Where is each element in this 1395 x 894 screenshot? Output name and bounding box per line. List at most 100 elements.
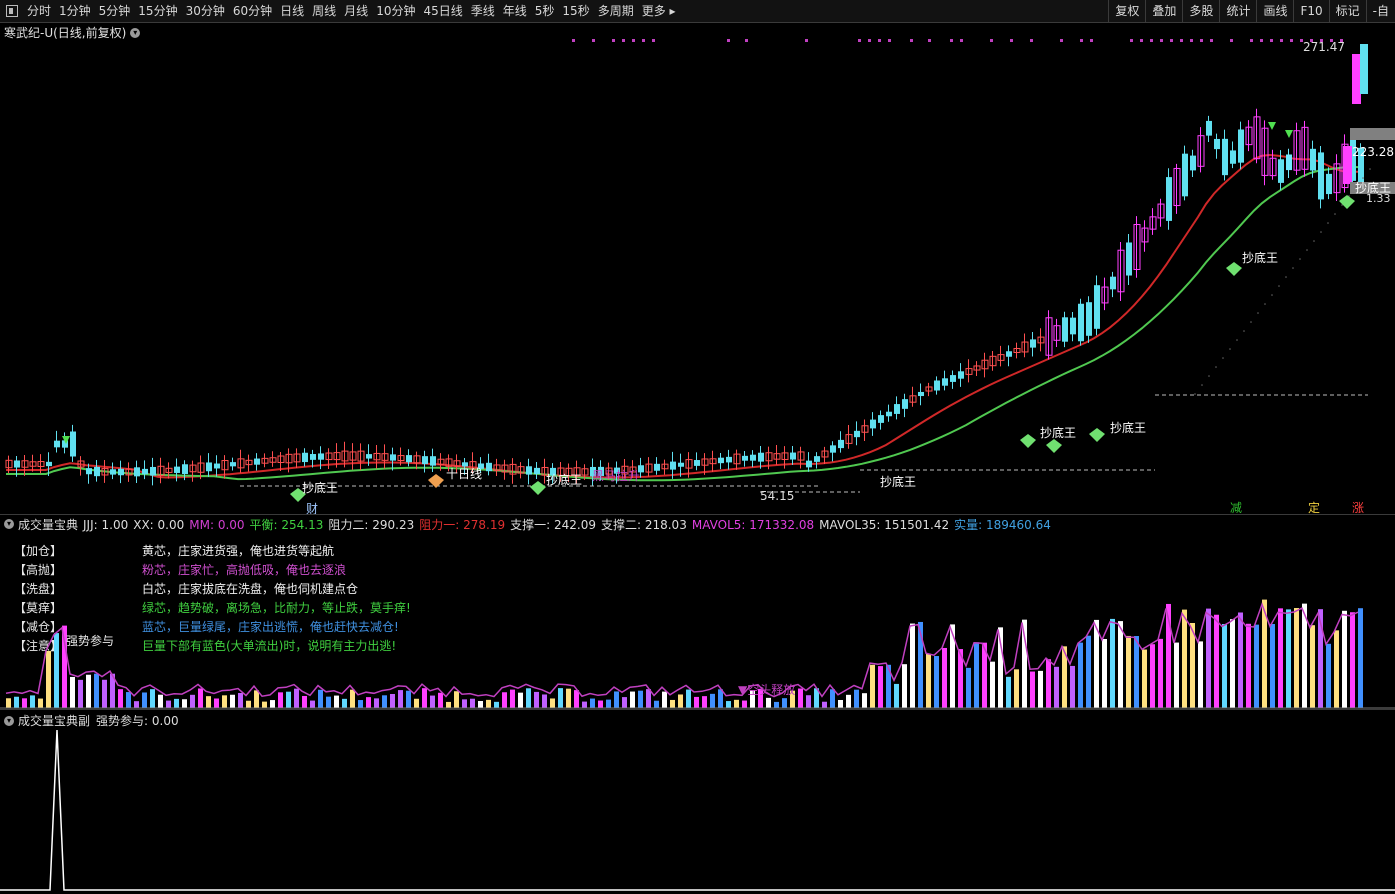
trend-dot — [1306, 249, 1308, 251]
period-tab-7[interactable]: 周线 — [308, 0, 340, 22]
volume-bar — [358, 700, 363, 708]
period-tab-13[interactable]: 5秒 — [531, 0, 559, 22]
volume-bar — [590, 698, 595, 708]
trend-dot — [1313, 240, 1315, 242]
volume-bar — [518, 692, 523, 708]
period-tab-1[interactable]: 1分钟 — [55, 0, 95, 22]
signal-dot — [990, 39, 993, 42]
toolbar-action-5[interactable]: F10 — [1293, 0, 1328, 22]
volume-bar — [1326, 643, 1331, 708]
trend-dot — [1285, 276, 1287, 278]
volume-bar — [510, 689, 515, 708]
toolbar-action-3[interactable]: 统计 — [1219, 0, 1256, 22]
period-tab-5[interactable]: 60分钟 — [229, 0, 276, 22]
candle-body — [110, 469, 116, 475]
volume-chart[interactable]: 强势参与 ▼空头释放 — [0, 530, 1395, 710]
period-tab-12[interactable]: 年线 — [499, 0, 531, 22]
candle-body — [206, 462, 212, 472]
toolbar-action-7[interactable]: -自 — [1365, 0, 1395, 22]
toolbar-action-4[interactable]: 画线 — [1256, 0, 1293, 22]
period-tab-4[interactable]: 30分钟 — [182, 0, 229, 22]
candle-body — [886, 411, 892, 417]
period-tab-8[interactable]: 月线 — [340, 0, 372, 22]
volume-bar — [894, 683, 899, 708]
volume-bar — [662, 691, 667, 708]
period-tab-10[interactable]: 45日线 — [419, 0, 466, 22]
candle-body — [1310, 148, 1316, 171]
period-tab-2[interactable]: 5分钟 — [95, 0, 135, 22]
signal-dot — [1130, 39, 1133, 42]
volume-bar — [134, 701, 139, 708]
volume-bar — [1198, 641, 1203, 708]
period-tab-3[interactable]: 15分钟 — [134, 0, 181, 22]
candle-body — [1086, 302, 1092, 336]
period-tab-14[interactable]: 15秒 — [558, 0, 593, 22]
annotation-kline_annotations.shiri: 十日线 — [446, 467, 482, 481]
candle-body — [534, 467, 540, 474]
volume-bar — [150, 689, 155, 708]
indicator-menu-icon[interactable]: ▾ — [4, 519, 14, 529]
volume-bar — [678, 694, 683, 708]
volume-bar — [1054, 666, 1059, 708]
volume-bar — [550, 698, 555, 708]
candle-body — [366, 454, 372, 459]
signal-dot — [1090, 39, 1093, 42]
volume-bar — [70, 676, 75, 708]
candle-body — [318, 453, 324, 460]
volume-bar — [990, 661, 995, 708]
candle-body — [46, 461, 52, 467]
qiangshi-label: 强势参与 — [66, 633, 114, 648]
candle-body — [406, 455, 412, 463]
candle-body — [230, 462, 236, 467]
candle-body — [134, 467, 140, 477]
candle-body — [54, 440, 60, 448]
volume-bar — [278, 692, 283, 708]
toolbar-action-2[interactable]: 多股 — [1182, 0, 1219, 22]
volume-bar — [526, 688, 531, 708]
volume-bar — [486, 699, 491, 708]
toolbar-action-6[interactable]: 标记 — [1328, 0, 1366, 22]
ma-green-line — [6, 165, 1359, 482]
period-tab-11[interactable]: 季线 — [467, 0, 499, 22]
kline-chart[interactable]: 271.47223.2854.151.33抄底王抄底王 抄底王抄底王 抄底王抄底王抄… — [0, 24, 1395, 514]
volume-bar — [398, 690, 403, 708]
volume-bar — [46, 650, 51, 708]
candle-body — [878, 415, 884, 423]
volume-bar — [238, 692, 243, 708]
candle-body — [86, 468, 92, 475]
volume-bar — [726, 701, 731, 708]
volume-bar — [1014, 669, 1019, 708]
period-tab-9[interactable]: 10分钟 — [372, 0, 419, 22]
sub-indicator-chart[interactable] — [0, 724, 1395, 894]
signal-dot — [1250, 39, 1253, 42]
volume-bar — [438, 692, 443, 708]
candle-body — [670, 461, 676, 470]
volume-bar — [742, 700, 747, 708]
volume-bar — [1254, 624, 1259, 708]
period-tab-15[interactable]: 多周期 — [594, 0, 638, 22]
layout-icon[interactable] — [6, 5, 18, 17]
signal-dot — [1210, 39, 1213, 42]
volume-bar — [1158, 638, 1163, 708]
volume-bar — [558, 688, 563, 708]
candle-body — [1062, 317, 1068, 342]
diamond-marker — [1089, 428, 1105, 442]
signal-dot — [1150, 39, 1153, 42]
period-tab-6[interactable]: 日线 — [276, 0, 308, 22]
period-tab-16[interactable]: 更多 ▸ — [638, 0, 680, 22]
toolbar-action-1[interactable]: 叠加 — [1145, 0, 1182, 22]
annotation-kline_annotations.ding: 定 — [1308, 500, 1320, 514]
candle-body — [214, 463, 220, 469]
trend-dot — [1208, 375, 1210, 377]
kongtou-label: ▼空头释放 — [738, 682, 795, 697]
toolbar-action-0[interactable]: 复权 — [1108, 0, 1145, 22]
candle-big — [1352, 54, 1361, 96]
volume-bar — [846, 694, 851, 708]
candle-body — [462, 462, 468, 467]
period-tab-0[interactable]: 分时 — [23, 0, 55, 22]
volume-bar — [1206, 608, 1211, 708]
volume-bar — [142, 692, 147, 708]
volume-bar — [14, 696, 19, 708]
signal-dot — [1060, 39, 1063, 42]
candle-body — [142, 468, 148, 475]
